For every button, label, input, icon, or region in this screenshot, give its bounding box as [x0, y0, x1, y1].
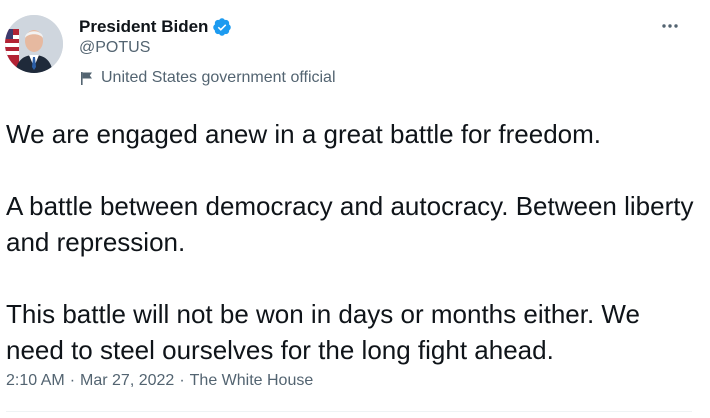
more-options-button[interactable]: [652, 10, 688, 42]
tweet: President Biden @POTUS United States gov…: [0, 0, 710, 418]
meta-separator: ·: [179, 372, 185, 389]
tweet-date[interactable]: Mar 27, 2022: [80, 372, 174, 390]
verified-badge-icon: [212, 17, 232, 37]
author-name-row[interactable]: President Biden: [79, 15, 232, 39]
author-name[interactable]: President Biden: [79, 17, 208, 37]
tweet-source[interactable]: The White House: [190, 372, 314, 390]
tweet-paragraph: A battle between democracy and autocracy…: [6, 191, 694, 257]
tweet-paragraph: This battle will not be won in days or m…: [6, 299, 640, 365]
meta-separator: ·: [69, 372, 76, 389]
government-label-text: United States government official: [101, 69, 336, 86]
more-options-icon: [662, 24, 678, 28]
tweet-time[interactable]: 2:10 AM: [6, 372, 65, 390]
avatar[interactable]: [5, 15, 63, 73]
tweet-text: We are engaged anew in a great battle fo…: [6, 116, 696, 368]
tweet-paragraph: We are engaged anew in a great battle fo…: [6, 119, 602, 149]
divider: [6, 411, 692, 412]
author-handle[interactable]: @POTUS: [79, 39, 150, 57]
flag-icon: [79, 70, 95, 86]
tweet-meta: 2:10 AM · Mar 27, 2022 · The White House: [6, 372, 313, 390]
government-label[interactable]: United States government official: [79, 69, 336, 87]
